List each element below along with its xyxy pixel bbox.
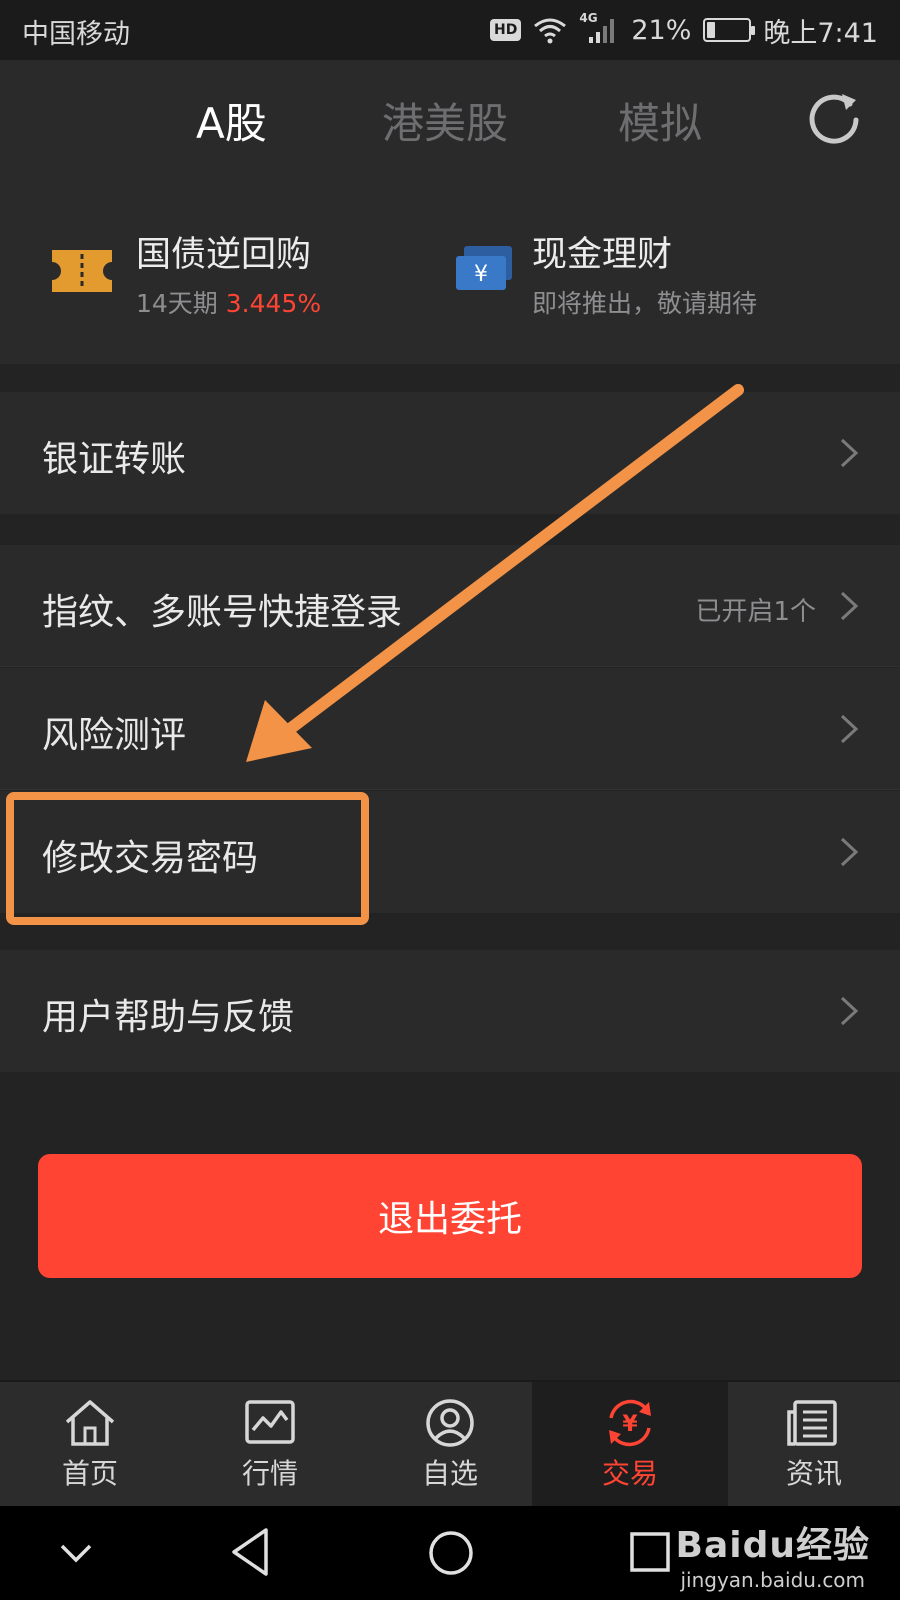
annotation-highlight-box xyxy=(6,792,369,925)
